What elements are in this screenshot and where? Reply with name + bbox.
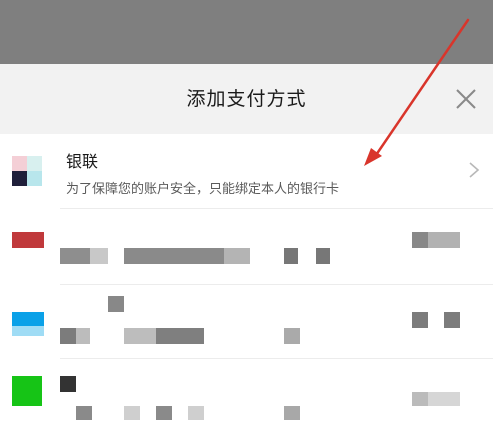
annotation-arrow xyxy=(364,18,470,166)
